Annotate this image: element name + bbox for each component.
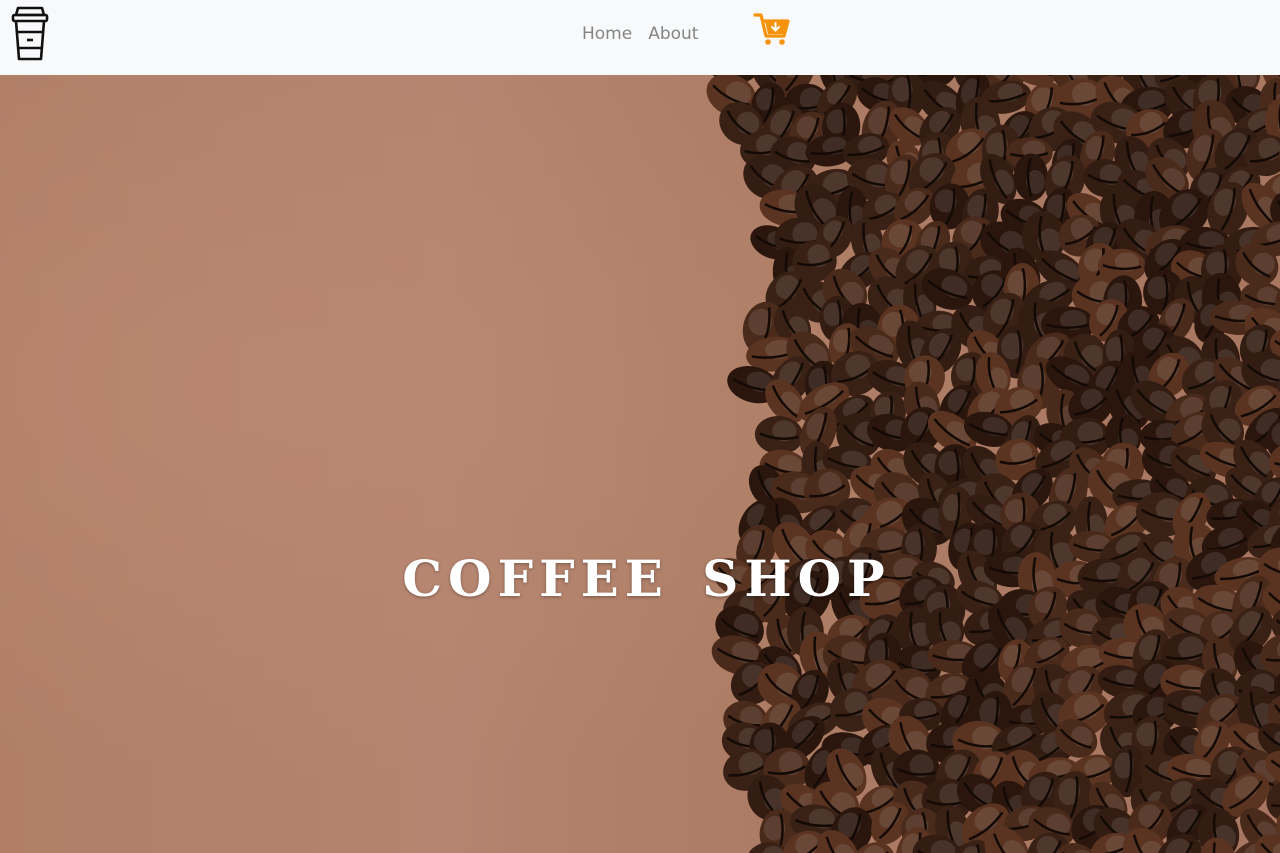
- nav-links: Home About: [574, 22, 706, 46]
- nav-link-about[interactable]: About: [640, 22, 706, 46]
- cart-download-icon: [753, 13, 790, 45]
- coffee-beans-image: [706, 75, 1280, 853]
- brand-logo[interactable]: [10, 5, 50, 63]
- coffee-cup-icon: [11, 6, 49, 61]
- hero-title: COFFEE SHOP: [402, 549, 891, 608]
- hero-banner: COFFEE SHOP: [0, 75, 1280, 853]
- nav-link-home[interactable]: Home: [574, 22, 640, 46]
- cart-button[interactable]: [753, 12, 791, 48]
- navbar: Home About: [0, 0, 1280, 75]
